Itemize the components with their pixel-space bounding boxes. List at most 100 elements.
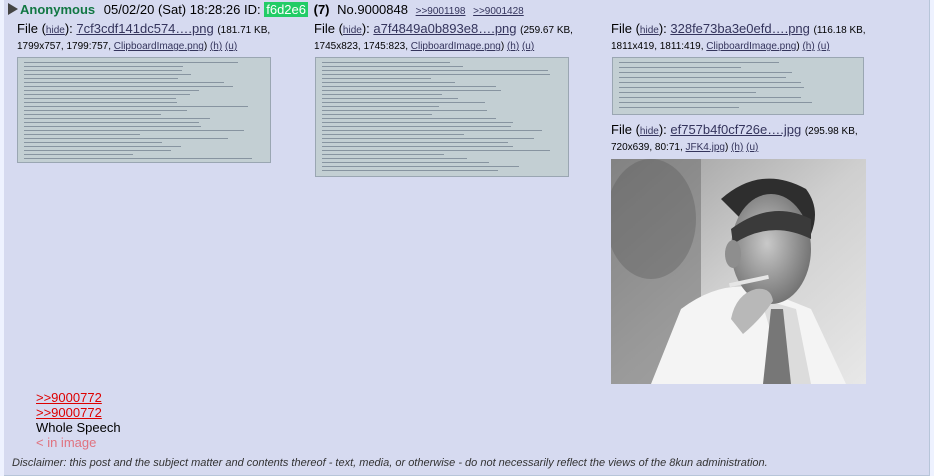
hide-link[interactable]: hide <box>640 126 659 137</box>
thumbnail-text-line <box>24 142 162 143</box>
file-u-link[interactable]: (u) <box>225 41 237 52</box>
quote-link-1[interactable]: >>9000772 <box>36 390 121 405</box>
file-name-link[interactable]: 328fe73ba3e0efd….png <box>670 21 810 36</box>
thumbnail-text-line <box>322 158 467 159</box>
thumbnail-text-line <box>322 114 432 115</box>
thumbnail-text-line <box>322 98 458 99</box>
thumbnail-text-line <box>322 150 550 151</box>
file-name-link[interactable]: a7f4849a0b893e8….png <box>373 21 516 36</box>
quote-link-2[interactable]: >>9000772 <box>36 405 121 420</box>
file-dimensions: 1799x757, 1799:757, <box>17 41 111 52</box>
backlink-2[interactable]: >>9001428 <box>473 6 524 17</box>
thumbnail-text-line <box>322 170 498 171</box>
thumbnail-text-line <box>322 102 485 103</box>
thumbnail-text-line <box>619 82 801 83</box>
thumbnail-text-line <box>24 134 140 135</box>
file-h-link[interactable]: (h) <box>507 41 519 52</box>
thumbnail-text-line <box>24 114 161 115</box>
file-h-link[interactable]: (h) <box>731 142 743 153</box>
thumbnail-text-line <box>24 86 233 87</box>
file-dimensions: 1811x419, 1811:419, <box>611 41 704 52</box>
post-body: >>9000772 >>9000772 Whole Speech < in im… <box>36 390 121 450</box>
file-label: File <box>611 122 632 137</box>
thumbnail-text-line <box>322 166 519 167</box>
thumbnail-text-line <box>24 90 199 91</box>
file-h-link[interactable]: (h) <box>802 41 814 52</box>
file-u-link[interactable]: (u) <box>746 142 758 153</box>
file-label: File <box>611 21 632 36</box>
thumbnail-text-line <box>24 154 133 155</box>
thumbnail-text-line <box>322 110 487 111</box>
file-original-name[interactable]: JFK4.jpg <box>686 142 725 153</box>
thumbnail-text-line <box>24 62 238 63</box>
file-label: File <box>314 21 335 36</box>
thumbnail-text-line <box>24 150 171 151</box>
thumbnail-text-line <box>24 94 190 95</box>
thumbnail-text-line <box>619 77 786 78</box>
thumbnail-text-line <box>322 134 464 135</box>
file-entry-3: File (hide): 328fe73ba3e0efd….png (116.1… <box>611 21 866 52</box>
thumbnail-text-line <box>619 67 741 68</box>
file-name-link[interactable]: 7cf3cdf141dc574….png <box>76 21 213 36</box>
thumbnail-text-line <box>619 87 804 88</box>
thumbnail-text-line <box>24 102 177 103</box>
post-disclaimer: Disclaimer: this post and the subject ma… <box>12 457 768 469</box>
post-header: Anonymous 05/02/20 (Sat) 18:28:26 ID: f6… <box>8 2 524 18</box>
thumbnail-text-line <box>619 92 756 93</box>
hide-link[interactable]: hide <box>46 25 65 36</box>
post-text-line: Whole Speech <box>36 420 121 435</box>
file-size: (295.98 KB, <box>804 126 858 137</box>
hide-link[interactable]: hide <box>640 25 659 36</box>
file-dimensions: 720x639, 80:71, <box>611 142 683 153</box>
post-menu-triangle-icon[interactable] <box>8 3 18 15</box>
thumbnail-text-line <box>24 130 244 131</box>
thumbnail-text-line <box>322 94 442 95</box>
thumbnail-text-line <box>24 118 210 119</box>
thumbnail-text-line <box>619 62 779 63</box>
file-thumbnail-1[interactable] <box>17 57 271 163</box>
thumbnail-text-line <box>322 66 463 67</box>
file-thumbnail-4-photo[interactable] <box>611 159 866 384</box>
backlink-1[interactable]: >>9001198 <box>416 6 466 17</box>
thumbnail-text-line <box>619 72 792 73</box>
hide-link[interactable]: hide <box>343 25 362 36</box>
file-thumbnail-2[interactable] <box>315 57 569 177</box>
thumbnail-text-line <box>322 106 439 107</box>
file-original-name[interactable]: ClipboardImage.png <box>114 41 204 52</box>
file-original-name[interactable]: ClipboardImage.png <box>706 41 796 52</box>
file-name-link[interactable]: ef757b4f0cf726e….jpg <box>670 122 801 137</box>
file-entry-1: File (hide): 7cf3cdf141dc574….png (181.7… <box>17 21 271 52</box>
thumbnail-text-line <box>24 158 252 159</box>
poster-post-count: (7) <box>313 2 330 17</box>
portrait-photo-image <box>611 159 866 384</box>
file-h-link[interactable]: (h) <box>210 41 222 52</box>
thumbnail-text-line <box>24 66 183 67</box>
post-number-link[interactable]: No.9000848 <box>337 2 408 17</box>
thumbnail-text-line <box>619 97 801 98</box>
file-dimensions: 1745x823, 1745:823, <box>314 41 408 52</box>
thumbnail-text-line <box>24 110 187 111</box>
thumbnail-text-line <box>322 146 513 147</box>
thumbnail-text-line <box>322 138 534 139</box>
thumbnail-text-line <box>322 130 542 131</box>
thumbnail-text-line <box>322 82 455 83</box>
thumbnail-text-line <box>24 70 182 71</box>
thumbnail-text-line <box>24 98 176 99</box>
poster-id[interactable]: f6d2e6 <box>264 2 308 17</box>
thumbnail-text-line <box>322 162 489 163</box>
thumbnail-text-line <box>322 118 496 119</box>
file-u-link[interactable]: (u) <box>522 41 534 52</box>
post-container: Anonymous 05/02/20 (Sat) 18:28:26 ID: f6… <box>4 0 930 476</box>
file-entry-4: File (hide): ef757b4f0cf726e….jpg (295.9… <box>611 122 858 153</box>
thumbnail-text-line <box>322 122 513 123</box>
file-thumbnail-3[interactable] <box>612 57 864 115</box>
thumbnail-text-line <box>322 90 501 91</box>
thumbnail-text-line <box>24 146 181 147</box>
file-size: (259.67 KB, <box>520 25 573 36</box>
thumbnail-text-line <box>322 142 508 143</box>
thumbnail-text-line <box>619 102 812 103</box>
file-u-link[interactable]: (u) <box>817 41 829 52</box>
thumbnail-text-line <box>322 62 450 63</box>
post-date: 05/02/20 (Sat) 18:28:26 <box>103 2 241 17</box>
file-original-name[interactable]: ClipboardImage.png <box>411 41 501 52</box>
